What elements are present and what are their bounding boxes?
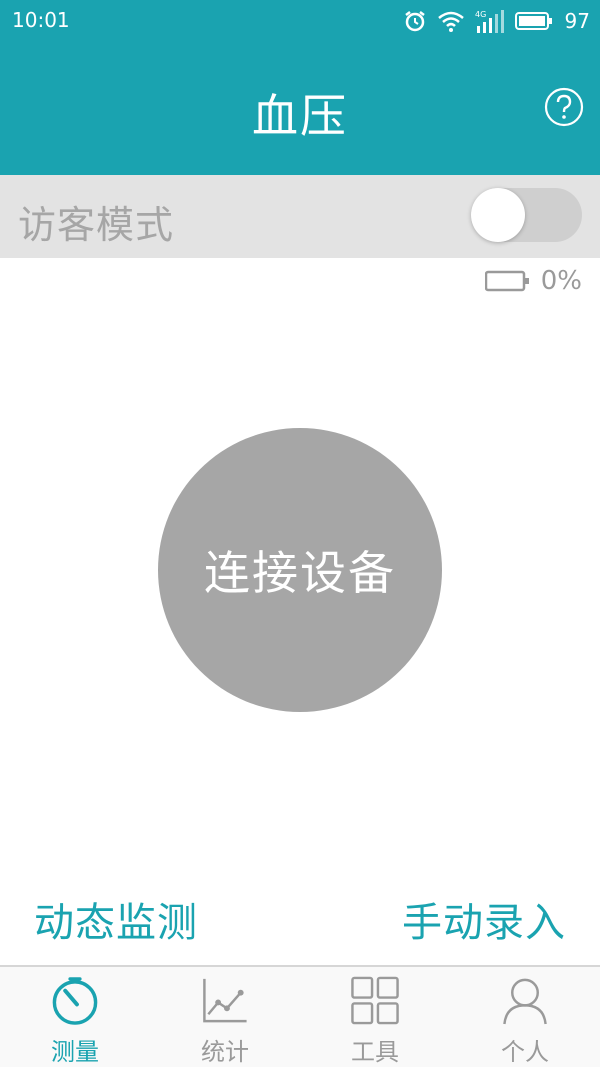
- nav-item-profile[interactable]: 个人: [450, 967, 600, 1067]
- device-battery: 0%: [484, 266, 582, 296]
- status-icons: 4G 97: [403, 6, 590, 36]
- nav-item-measure[interactable]: 测量: [0, 967, 150, 1067]
- battery-level: 97: [564, 9, 590, 33]
- nav-item-stats[interactable]: 统计: [150, 967, 300, 1067]
- guest-mode-row: 访客模式: [0, 175, 600, 258]
- nav-item-tools[interactable]: 工具: [300, 967, 450, 1067]
- battery-icon: [514, 12, 552, 30]
- connect-device-label: 连接设备: [204, 546, 396, 600]
- device-battery-percent: 0%: [540, 266, 582, 296]
- device-battery-icon: [484, 270, 529, 292]
- dynamic-monitor-link[interactable]: 动态监测: [34, 890, 198, 948]
- nav-label-stats: 统计: [201, 1038, 249, 1066]
- line-chart-icon: [203, 978, 247, 1023]
- signal-icon: 4G: [475, 10, 504, 33]
- app-header: 血压: [0, 42, 600, 175]
- network-type: 4G: [475, 10, 486, 19]
- connect-device-button[interactable]: 连接设备: [158, 428, 442, 712]
- person-icon: [503, 978, 547, 1025]
- nav-label-profile: 个人: [501, 1038, 549, 1066]
- nav-label-measure: 测量: [51, 1038, 99, 1066]
- help-icon[interactable]: [544, 87, 584, 127]
- status-bar: 10:01 4G 97: [0, 0, 600, 42]
- bottom-nav: 测量 统计 工具 个人: [0, 965, 600, 1067]
- guest-mode-label: 访客模式: [18, 203, 175, 247]
- page-title: 血压: [252, 89, 348, 143]
- guest-mode-toggle[interactable]: [471, 188, 582, 242]
- toggle-knob: [471, 188, 525, 242]
- alarm-icon: [404, 11, 425, 32]
- wifi-icon: [437, 11, 464, 32]
- nav-label-tools: 工具: [351, 1038, 399, 1066]
- manual-entry-link[interactable]: 手动录入: [402, 890, 566, 948]
- stopwatch-icon: [52, 977, 98, 1025]
- status-time: 10:01: [12, 8, 70, 32]
- grid-icon: [351, 976, 399, 1025]
